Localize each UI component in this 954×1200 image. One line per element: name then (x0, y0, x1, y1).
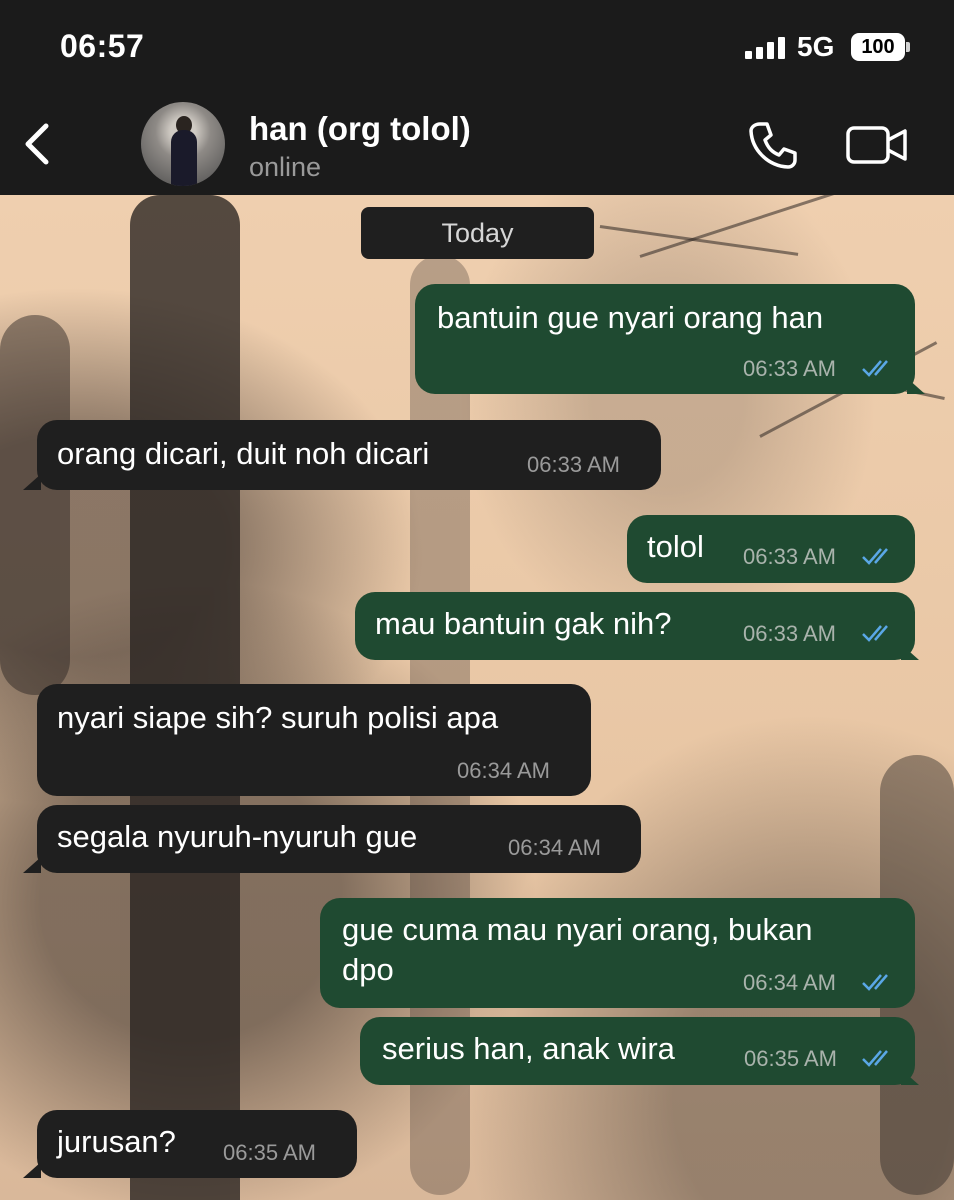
double-check-icon (862, 974, 888, 991)
battery-tip (906, 42, 910, 52)
message-bubble-incoming[interactable]: jurusan? 06:35 AM (23, 1110, 357, 1178)
chevron-left-icon (25, 123, 49, 165)
message-text-line: dpo (342, 952, 394, 987)
message-bubble-outgoing[interactable]: bantuin gue nyari orang han 06:33 AM (415, 284, 925, 394)
double-check-icon (862, 548, 888, 565)
video-camera-icon (846, 126, 907, 164)
message-bubble-incoming[interactable]: segala nyuruh-nyuruh gue 06:34 AM (23, 805, 641, 873)
message-time: 06:33 AM (527, 452, 620, 477)
signal-strength-icon (745, 37, 787, 59)
message-text: nyari siape sih? suruh polisi apa (57, 700, 499, 735)
message-bubble-outgoing[interactable]: mau bantuin gak nih? 06:33 AM (355, 592, 919, 660)
message-bubble-outgoing[interactable]: serius han, anak wira 06:35 AM (360, 1017, 919, 1085)
contact-name[interactable]: han (org tolol) (249, 110, 471, 148)
back-button[interactable] (18, 120, 58, 168)
message-text: segala nyuruh-nyuruh gue (57, 819, 418, 854)
message-text: tolol (647, 529, 704, 564)
message-time: 06:34 AM (743, 970, 836, 995)
message-time: 06:35 AM (223, 1140, 316, 1165)
chat-header: han (org tolol) online (0, 92, 954, 195)
double-check-icon (862, 360, 888, 377)
battery-icon: 100 (851, 33, 905, 61)
message-text: mau bantuin gak nih? (375, 606, 672, 641)
message-text-line: gue cuma mau nyari orang, bukan (342, 912, 813, 947)
message-text: serius han, anak wira (382, 1031, 675, 1066)
clock: 06:57 (60, 28, 145, 64)
date-separator: Today (361, 207, 594, 259)
message-bubble-outgoing[interactable]: gue cuma mau nyari orang, bukan dpo 06:3… (320, 898, 915, 1008)
message-bubble-outgoing[interactable]: tolol 06:33 AM (627, 515, 915, 583)
message-time: 06:34 AM (457, 758, 550, 783)
status-bar: 06:57 5G 100 (0, 0, 954, 92)
call-button[interactable] (748, 120, 798, 170)
message-time: 06:33 AM (743, 621, 836, 646)
message-time: 06:34 AM (508, 835, 601, 860)
video-call-button[interactable] (846, 125, 908, 165)
double-check-icon (862, 1050, 888, 1067)
network-type: 5G (797, 31, 835, 62)
double-check-icon (862, 625, 888, 642)
message-time: 06:33 AM (743, 544, 836, 569)
message-text: jurusan? (57, 1124, 176, 1159)
message-time: 06:33 AM (743, 356, 836, 381)
message-bubble-incoming[interactable]: orang dicari, duit noh dicari 06:33 AM (23, 420, 661, 490)
message-text: orang dicari, duit noh dicari (57, 436, 430, 471)
message-bubble-incoming[interactable]: nyari siape sih? suruh polisi apa 06:34 … (37, 684, 591, 796)
message-text: gue cuma mau nyari orang, bukan dpo (342, 910, 812, 990)
phone-icon (749, 122, 797, 169)
message-text: bantuin gue nyari orang han (437, 300, 824, 335)
message-time: 06:35 AM (744, 1046, 837, 1071)
avatar[interactable] (141, 102, 225, 186)
contact-status: online (249, 152, 322, 182)
